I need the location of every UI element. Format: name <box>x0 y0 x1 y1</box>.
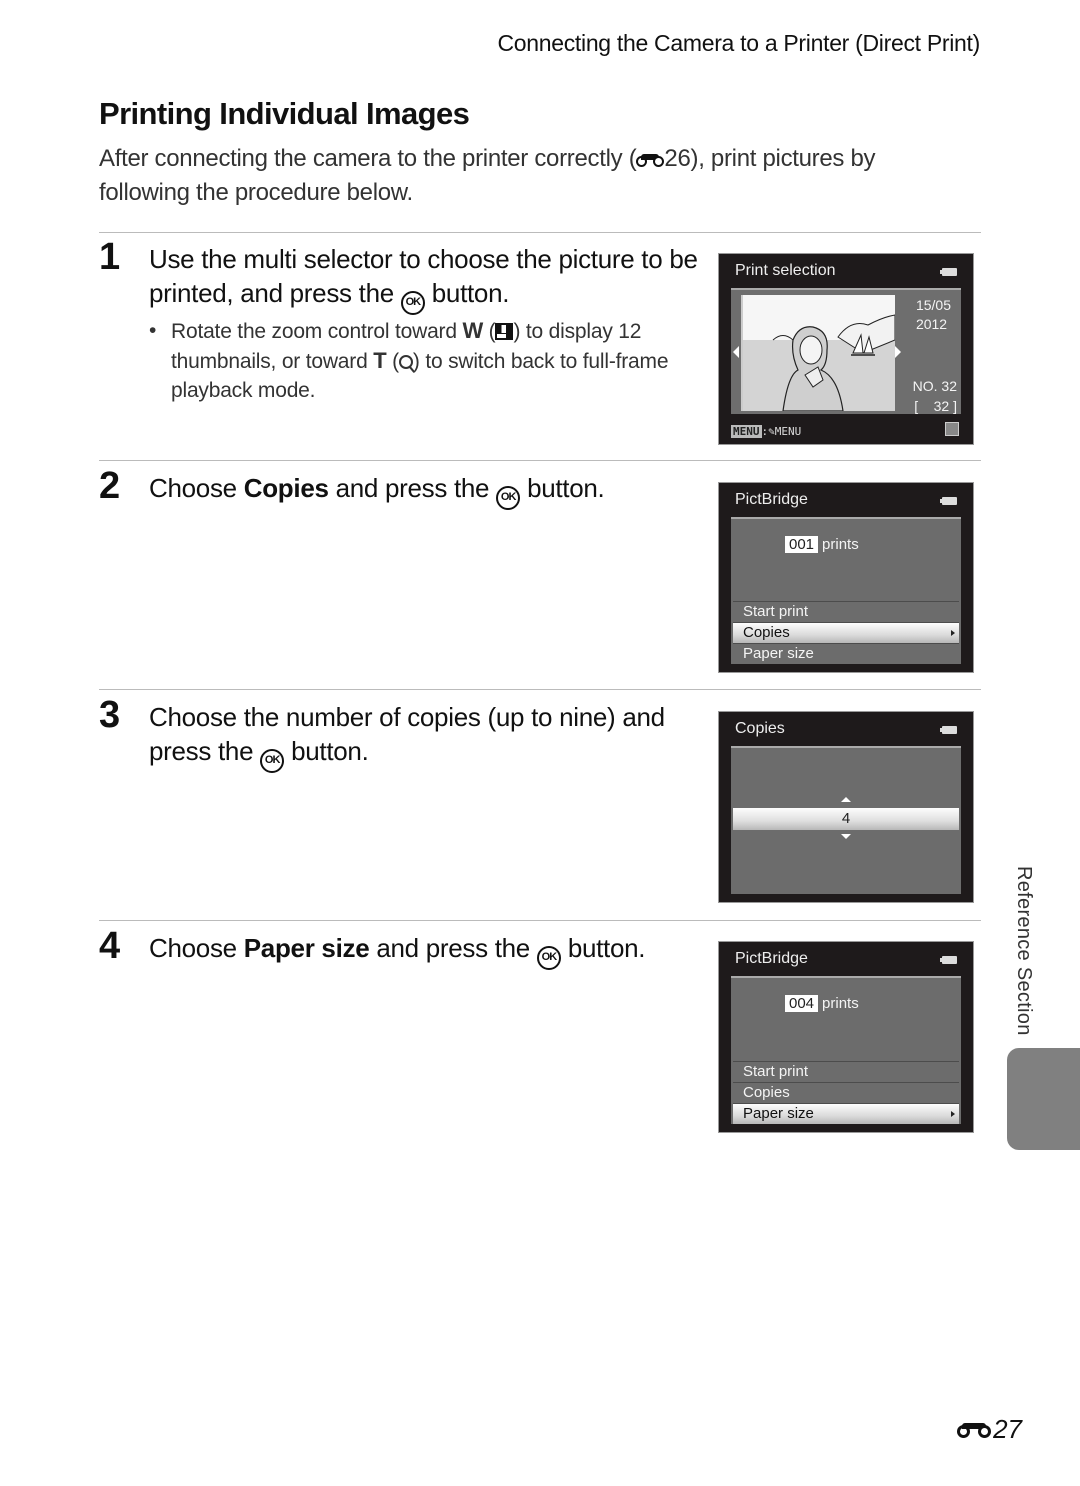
thumbnail-view-icon <box>945 422 959 436</box>
reference-binoculars-icon <box>957 1422 992 1438</box>
step-1: 1 Use the multi selector to choose the p… <box>99 236 699 436</box>
pictbridge-menu: Start print Copies Paper size <box>733 1061 959 1124</box>
running-head: Connecting the Camera to a Printer (Dire… <box>497 30 980 56</box>
screen-title: PictBridge <box>735 950 808 967</box>
menu-item-paper-size[interactable]: Paper size <box>733 643 959 664</box>
camera-screen-pictbridge-copies: PictBridge 001 prints Start print Copies … <box>718 482 974 673</box>
divider <box>99 232 981 233</box>
section-tab[interactable] <box>1007 1048 1080 1150</box>
step-number: 1 <box>99 236 121 278</box>
previous-image-arrow-icon[interactable] <box>733 346 739 358</box>
decrease-arrow-icon[interactable] <box>841 834 851 839</box>
ok-button-icon: OK <box>260 749 285 773</box>
step-bullet-note: Rotate the zoom control toward W () to d… <box>149 316 711 405</box>
zoom-wide-label: W <box>462 318 484 343</box>
next-image-arrow-icon[interactable] <box>895 346 901 358</box>
pictbridge-panel: 004 prints Start print Copies Paper size <box>731 976 961 1124</box>
section-tab-label: Reference Section <box>1013 866 1035 1036</box>
camera-screen-copies: Copies 4 <box>718 711 974 903</box>
submenu-arrow-icon <box>951 1111 955 1117</box>
divider <box>99 689 981 690</box>
screen-title: Print selection <box>735 262 836 279</box>
pictbridge-panel: 001 prints Start print Copies Paper size <box>731 517 961 664</box>
divider <box>99 460 981 461</box>
menu-hint: MENU:✎MENU <box>731 425 802 438</box>
copies-value[interactable]: 4 <box>733 808 959 830</box>
intro-ref-page[interactable]: 26 <box>664 145 690 172</box>
battery-icon <box>940 726 957 734</box>
reference-binoculars-icon <box>636 153 665 167</box>
submenu-arrow-icon <box>951 630 955 636</box>
step-3: 3 Choose the number of copies (up to nin… <box>99 694 699 774</box>
menu-item-copies[interactable]: Copies <box>733 1082 959 1103</box>
step-instruction: Choose the number of copies (up to nine)… <box>149 700 709 773</box>
menu-item-paper-size[interactable]: Paper size <box>733 1103 959 1124</box>
battery-icon <box>940 268 957 276</box>
ok-button-icon: OK <box>536 946 561 970</box>
menu-item-start-print[interactable]: Start print <box>733 1061 959 1082</box>
print-count: 001 prints <box>785 536 859 553</box>
step-4: 4 Choose Paper size and press the OK but… <box>99 925 699 985</box>
step-instruction: Use the multi selector to choose the pic… <box>149 242 709 315</box>
camera-screen-print-selection: Print selection 15/05 2012 NO. 32[ 32 ] M… <box>718 253 974 445</box>
menu-item-start-print[interactable]: Start print <box>733 601 959 622</box>
intro-paragraph: After connecting the camera to the print… <box>99 142 959 210</box>
step-2: 2 Choose Copies and press the OK button. <box>99 465 699 525</box>
ok-button-icon: OK <box>496 486 521 510</box>
pictbridge-menu: Start print Copies Paper size <box>733 601 959 664</box>
shooting-date: 15/05 2012 <box>915 297 951 332</box>
photo-thumbnail <box>741 295 895 411</box>
step-number: 2 <box>99 465 121 507</box>
print-menu-icon: ✎MENU <box>768 425 802 438</box>
step-number: 3 <box>99 694 121 736</box>
battery-icon <box>940 956 957 964</box>
ok-button-icon: OK <box>400 291 425 315</box>
thumbnail-playback-icon <box>495 323 514 340</box>
page-title: Printing Individual Images <box>99 96 470 131</box>
screen-title: Copies <box>735 720 785 737</box>
camera-screen-pictbridge-paper-size: PictBridge 004 prints Start print Copies … <box>718 941 974 1133</box>
copies-panel: 4 <box>731 746 961 894</box>
playback-zoom-icon <box>398 355 413 369</box>
menu-key-label: MENU <box>731 425 762 438</box>
photo-illustration <box>743 295 895 411</box>
zoom-tele-label: T <box>373 348 387 373</box>
print-count-value: 004 <box>785 995 819 1012</box>
step-instruction: Choose Copies and press the OK button. <box>149 471 709 510</box>
intro-text: After connecting the camera to the print… <box>99 145 637 172</box>
step-instruction: Choose Paper size and press the OK butto… <box>149 931 729 970</box>
step-number: 4 <box>99 925 121 967</box>
page-number: 27 <box>957 1414 1022 1445</box>
print-count: 004 prints <box>785 995 859 1012</box>
battery-icon <box>940 497 957 505</box>
screen-title: PictBridge <box>735 491 808 508</box>
increase-arrow-icon[interactable] <box>841 797 851 802</box>
print-count-value: 001 <box>785 536 819 553</box>
menu-item-copies[interactable]: Copies <box>733 622 959 643</box>
divider <box>99 920 981 921</box>
image-preview-panel: 15/05 2012 NO. 32[ 32 ] <box>731 288 961 414</box>
file-number: NO. 32[ 32 ] <box>912 378 957 414</box>
